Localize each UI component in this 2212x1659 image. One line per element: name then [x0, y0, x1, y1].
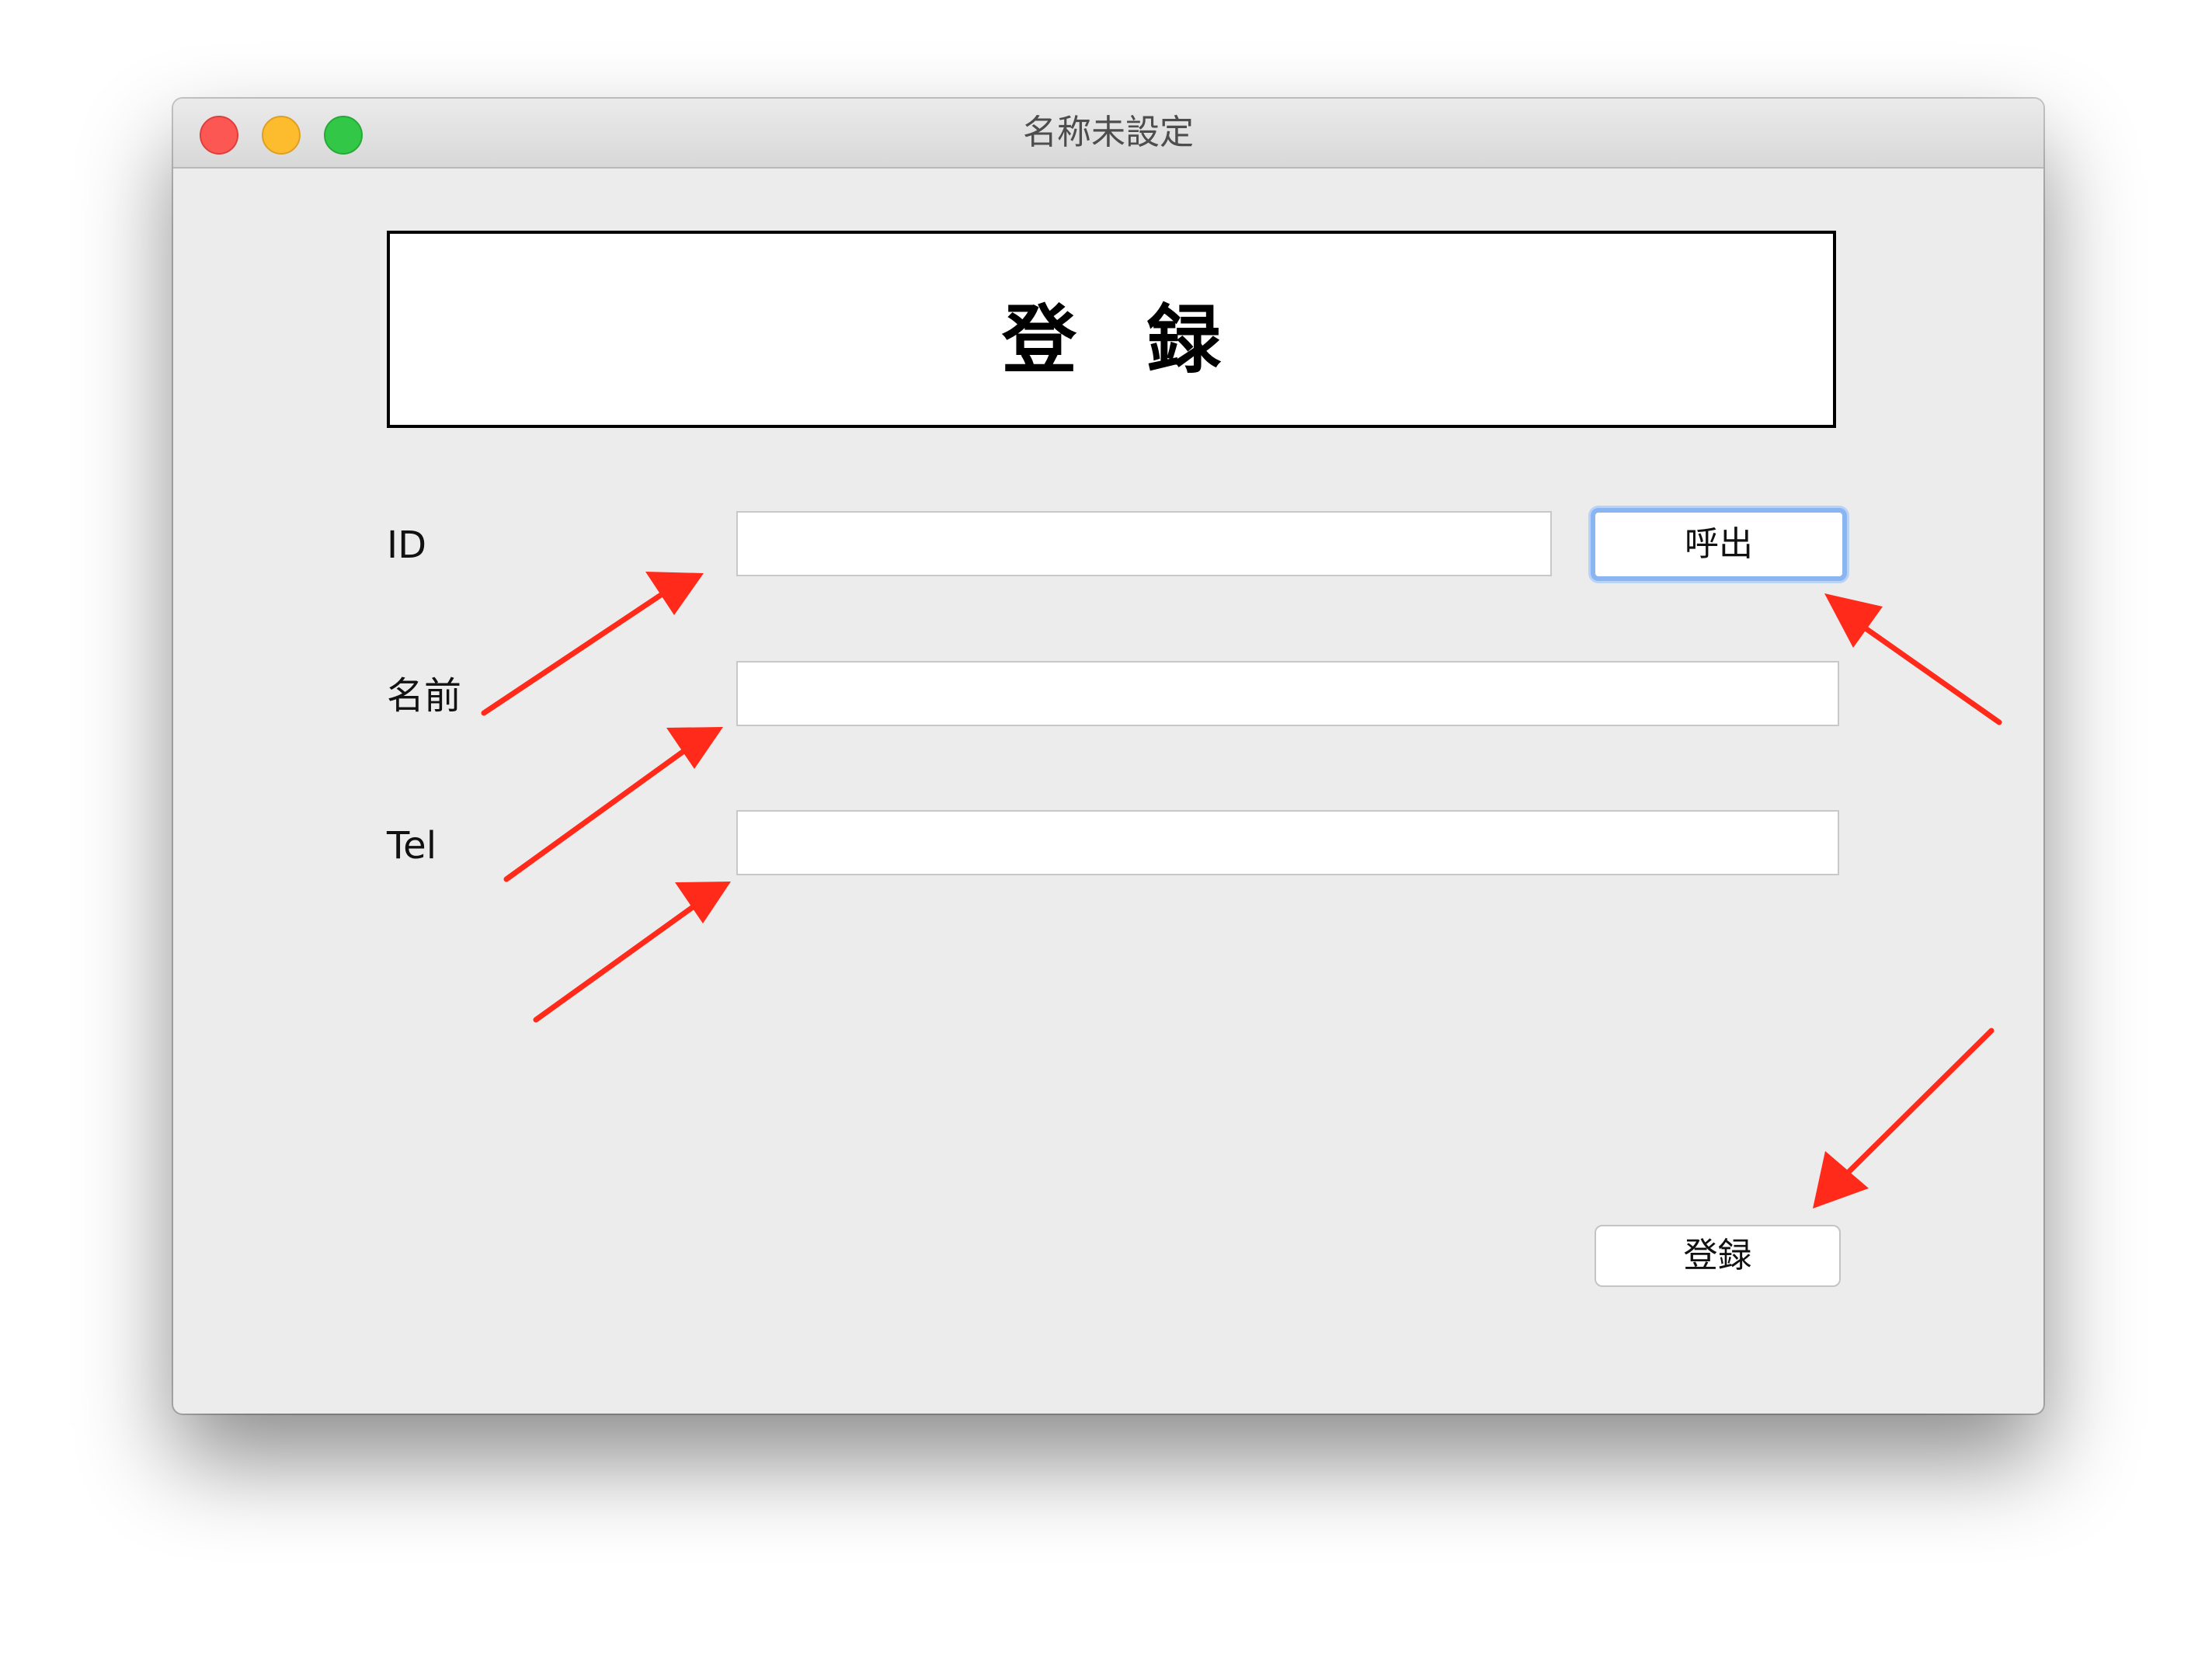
page-title: 登録	[1002, 296, 1291, 384]
name-label: 名前	[387, 674, 462, 718]
register-button[interactable]: 登録	[1595, 1225, 1841, 1287]
title-bar[interactable]: 名称未設定	[173, 99, 2043, 169]
window-title: 名称未設定	[1023, 113, 1194, 152]
id-label: ID	[387, 523, 427, 567]
heading-box: 登録	[387, 231, 1836, 428]
name-field[interactable]	[736, 661, 1839, 726]
call-button[interactable]: 呼出	[1591, 508, 1847, 581]
tel-label: Tel	[387, 824, 437, 868]
app-window: 名称未設定 登録 ID 呼出 名前 Tel 登録	[173, 99, 2043, 1414]
tel-field[interactable]	[736, 810, 1839, 875]
id-field[interactable]	[736, 511, 1552, 576]
